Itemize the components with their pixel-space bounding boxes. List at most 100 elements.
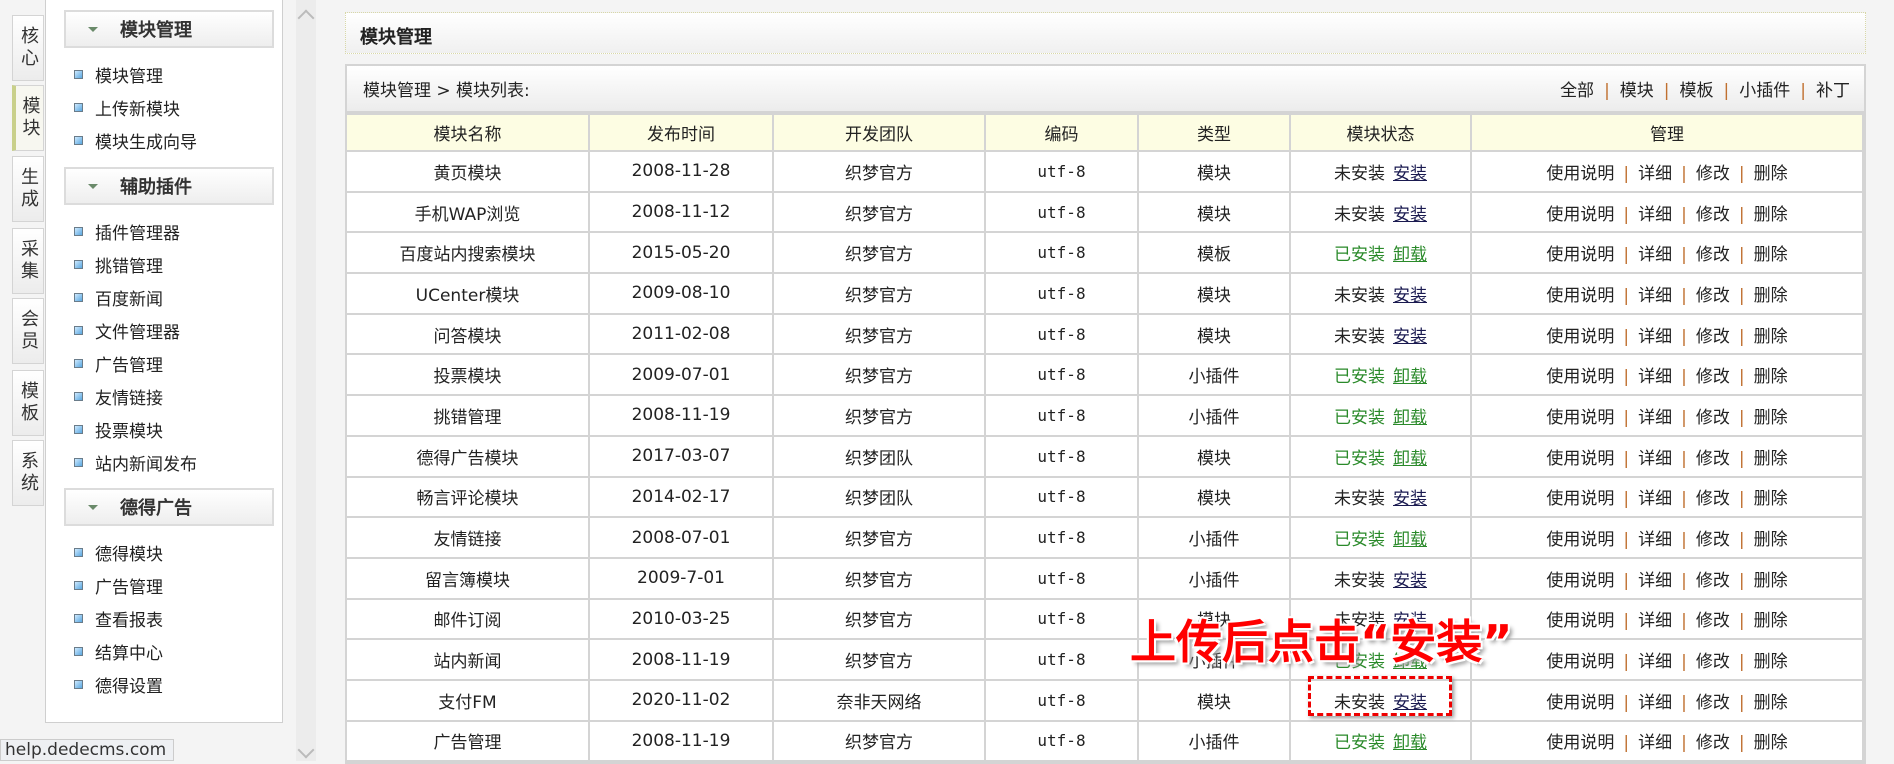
sidebar-item[interactable]: 友情链接: [74, 384, 163, 409]
sidebar-item[interactable]: 查看报表: [74, 606, 163, 631]
sidebar-item[interactable]: 模块生成向导: [74, 128, 197, 153]
manage-link[interactable]: 删除: [1754, 489, 1788, 509]
manage-link[interactable]: 删除: [1754, 530, 1788, 550]
manage-link[interactable]: 使用说明: [1546, 571, 1614, 591]
manage-link[interactable]: 详细: [1638, 327, 1672, 347]
manage-link[interactable]: 使用说明: [1546, 449, 1614, 469]
manage-link[interactable]: 修改: [1696, 327, 1730, 347]
filter-link[interactable]: 模块: [1620, 81, 1654, 101]
manage-link[interactable]: 详细: [1638, 245, 1672, 265]
manage-link[interactable]: 详细: [1638, 693, 1672, 713]
manage-link[interactable]: 详细: [1638, 489, 1672, 509]
manage-link[interactable]: 删除: [1754, 652, 1788, 672]
sidebar-item[interactable]: 百度新闻: [74, 285, 163, 310]
manage-link[interactable]: 使用说明: [1546, 408, 1614, 428]
manage-link[interactable]: 删除: [1754, 571, 1788, 591]
manage-link[interactable]: 使用说明: [1546, 530, 1614, 550]
manage-link[interactable]: 详细: [1638, 408, 1672, 428]
install-link[interactable]: 安装: [1393, 205, 1427, 225]
uninstall-link[interactable]: 卸载: [1393, 449, 1427, 469]
manage-link[interactable]: 详细: [1638, 611, 1672, 631]
manage-link[interactable]: 修改: [1696, 652, 1730, 672]
sidebar-item[interactable]: 广告管理: [74, 573, 163, 598]
scroll-up-icon[interactable]: [297, 9, 315, 27]
sidebar-item[interactable]: 结算中心: [74, 639, 163, 664]
manage-link[interactable]: 删除: [1754, 164, 1788, 184]
manage-link[interactable]: 删除: [1754, 205, 1788, 225]
sidebar-item[interactable]: 投票模块: [74, 417, 163, 442]
install-link[interactable]: 安装: [1393, 571, 1427, 591]
manage-link[interactable]: 删除: [1754, 733, 1788, 753]
manage-link[interactable]: 修改: [1696, 205, 1730, 225]
sidebar-item[interactable]: 站内新闻发布: [74, 450, 197, 475]
tab-5[interactable]: 模板: [12, 370, 44, 436]
manage-link[interactable]: 使用说明: [1546, 652, 1614, 672]
manage-link[interactable]: 使用说明: [1546, 327, 1614, 347]
sidebar-item[interactable]: 德得模块: [74, 540, 163, 565]
uninstall-link[interactable]: 卸载: [1393, 245, 1427, 265]
filter-link[interactable]: 模板: [1680, 81, 1714, 101]
scroll-down-icon[interactable]: [297, 741, 315, 759]
manage-link[interactable]: 详细: [1638, 571, 1672, 591]
sidebar-item[interactable]: 模块管理: [74, 62, 163, 87]
manage-link[interactable]: 详细: [1638, 652, 1672, 672]
manage-link[interactable]: 删除: [1754, 449, 1788, 469]
manage-link[interactable]: 使用说明: [1546, 245, 1614, 265]
sidebar-item[interactable]: 德得设置: [74, 672, 163, 697]
manage-link[interactable]: 使用说明: [1546, 367, 1614, 387]
uninstall-link[interactable]: 卸载: [1393, 367, 1427, 387]
sidebar-section-header[interactable]: 辅助插件: [64, 167, 274, 205]
manage-link[interactable]: 删除: [1754, 367, 1788, 387]
install-link[interactable]: 安装: [1393, 327, 1427, 347]
tab-0[interactable]: 核心: [12, 15, 44, 81]
sidebar-item[interactable]: 挑错管理: [74, 252, 163, 277]
manage-link[interactable]: 删除: [1754, 327, 1788, 347]
manage-link[interactable]: 删除: [1754, 286, 1788, 306]
install-link[interactable]: 安装: [1393, 489, 1427, 509]
tab-6[interactable]: 系统: [12, 440, 44, 506]
manage-link[interactable]: 使用说明: [1546, 611, 1614, 631]
manage-link[interactable]: 使用说明: [1546, 205, 1614, 225]
manage-link[interactable]: 使用说明: [1546, 693, 1614, 713]
sidebar-section-header[interactable]: 德得广告: [64, 488, 274, 526]
manage-link[interactable]: 详细: [1638, 530, 1672, 550]
uninstall-link[interactable]: 卸载: [1393, 408, 1427, 428]
manage-link[interactable]: 详细: [1638, 367, 1672, 387]
manage-link[interactable]: 使用说明: [1546, 733, 1614, 753]
sidebar-item[interactable]: 广告管理: [74, 351, 163, 376]
filter-link[interactable]: 补丁: [1816, 81, 1850, 101]
manage-link[interactable]: 修改: [1696, 693, 1730, 713]
manage-link[interactable]: 详细: [1638, 286, 1672, 306]
sidebar-scrollbar[interactable]: [296, 0, 316, 761]
manage-link[interactable]: 修改: [1696, 489, 1730, 509]
manage-link[interactable]: 删除: [1754, 693, 1788, 713]
sidebar-section-header[interactable]: 模块管理: [64, 10, 274, 48]
sidebar-item[interactable]: 插件管理器: [74, 219, 180, 244]
uninstall-link[interactable]: 卸载: [1393, 733, 1427, 753]
manage-link[interactable]: 详细: [1638, 164, 1672, 184]
manage-link[interactable]: 使用说明: [1546, 164, 1614, 184]
uninstall-link[interactable]: 卸载: [1393, 530, 1427, 550]
manage-link[interactable]: 详细: [1638, 449, 1672, 469]
sidebar-item[interactable]: 文件管理器: [74, 318, 180, 343]
manage-link[interactable]: 使用说明: [1546, 489, 1614, 509]
tab-1[interactable]: 模块: [12, 85, 44, 151]
manage-link[interactable]: 修改: [1696, 164, 1730, 184]
tab-4[interactable]: 会员: [12, 298, 44, 364]
filter-link[interactable]: 全部: [1560, 81, 1594, 101]
manage-link[interactable]: 修改: [1696, 245, 1730, 265]
manage-link[interactable]: 修改: [1696, 367, 1730, 387]
manage-link[interactable]: 修改: [1696, 611, 1730, 631]
manage-link[interactable]: 修改: [1696, 408, 1730, 428]
tab-3[interactable]: 采集: [12, 228, 44, 294]
tab-2[interactable]: 生成: [12, 156, 44, 222]
install-link[interactable]: 安装: [1393, 164, 1427, 184]
manage-link[interactable]: 修改: [1696, 733, 1730, 753]
manage-link[interactable]: 使用说明: [1546, 286, 1614, 306]
manage-link[interactable]: 删除: [1754, 611, 1788, 631]
manage-link[interactable]: 删除: [1754, 408, 1788, 428]
filter-link[interactable]: 小插件: [1739, 81, 1790, 101]
manage-link[interactable]: 修改: [1696, 449, 1730, 469]
manage-link[interactable]: 修改: [1696, 286, 1730, 306]
manage-link[interactable]: 详细: [1638, 205, 1672, 225]
